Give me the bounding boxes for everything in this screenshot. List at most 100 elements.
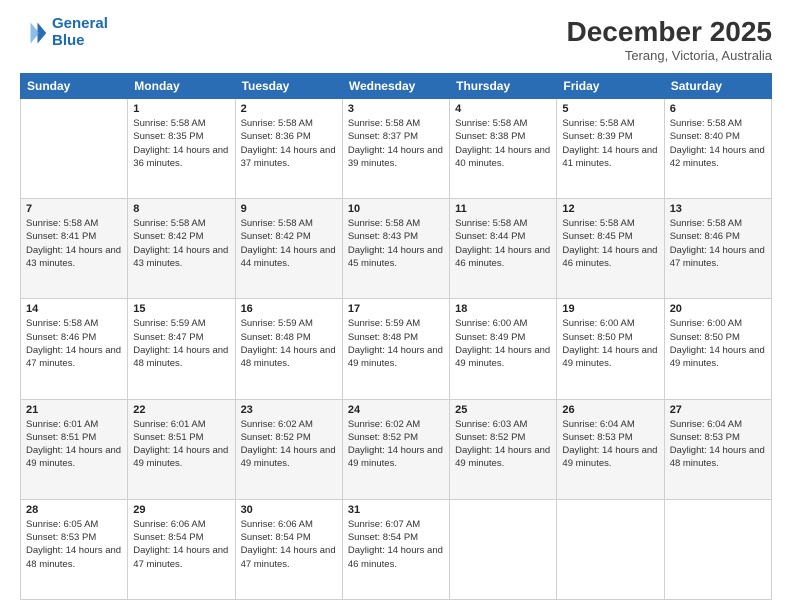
day-detail: Sunrise: 6:03 AM Sunset: 8:52 PM Dayligh… [455,418,551,471]
day-detail: Sunrise: 6:06 AM Sunset: 8:54 PM Dayligh… [241,518,337,571]
table-row: 17 Sunrise: 5:59 AM Sunset: 8:48 PM Dayli… [342,299,449,399]
day-detail: Sunrise: 6:00 AM Sunset: 8:50 PM Dayligh… [562,317,658,370]
day-number: 22 [133,404,229,416]
header: General Blue December 2025 Terang, Victo… [20,16,772,63]
day-detail: Sunrise: 6:02 AM Sunset: 8:52 PM Dayligh… [348,418,444,471]
day-detail: Sunrise: 5:58 AM Sunset: 8:39 PM Dayligh… [562,117,658,170]
day-detail: Sunrise: 6:00 AM Sunset: 8:49 PM Dayligh… [455,317,551,370]
day-detail: Sunrise: 5:58 AM Sunset: 8:44 PM Dayligh… [455,217,551,270]
day-detail: Sunrise: 5:58 AM Sunset: 8:40 PM Dayligh… [670,117,766,170]
day-detail: Sunrise: 6:02 AM Sunset: 8:52 PM Dayligh… [241,418,337,471]
day-number: 18 [455,303,551,315]
col-friday: Friday [557,74,664,99]
table-row: 28Sunrise: 6:05 AM Sunset: 8:53 PM Dayli… [21,499,128,599]
header-row: Sunday Monday Tuesday Wednesday Thursday… [21,74,772,99]
month-title: December 2025 [567,16,772,48]
day-detail: Sunrise: 6:00 AM Sunset: 8:50 PM Dayligh… [670,317,766,370]
table-row: 4 Sunrise: 5:58 AM Sunset: 8:38 PM Daylig… [450,99,557,199]
table-row: 29 Sunrise: 6:06 AM Sunset: 8:54 PM Dayli… [128,499,235,599]
day-detail: Sunrise: 6:04 AM Sunset: 8:53 PM Dayligh… [670,418,766,471]
table-row [21,99,128,199]
day-number: 17 [348,303,444,315]
col-monday: Monday [128,74,235,99]
table-row: 31 Sunrise: 6:07 AM Sunset: 8:54 PM Dayli… [342,499,449,599]
day-number: 1 [133,103,229,115]
calendar-table: Sunday Monday Tuesday Wednesday Thursday… [20,73,772,600]
table-row: 19 Sunrise: 6:00 AM Sunset: 8:50 PM Dayli… [557,299,664,399]
day-detail: Sunrise: 5:59 AM Sunset: 8:48 PM Dayligh… [348,317,444,370]
logo-line2: Blue [52,32,85,49]
col-wednesday: Wednesday [342,74,449,99]
table-row [664,499,771,599]
day-detail: Sunrise: 5:58 AM Sunset: 8:41 PM Dayligh… [26,217,122,270]
day-number: 6 [670,103,766,115]
title-block: December 2025 Terang, Victoria, Australi… [567,16,772,63]
table-row: 6 Sunrise: 5:58 AM Sunset: 8:40 PM Daylig… [664,99,771,199]
table-row: 3Sunrise: 5:58 AM Sunset: 8:37 PM Daylig… [342,99,449,199]
day-number: 31 [348,504,444,516]
day-number: 3 [348,103,444,115]
day-number: 25 [455,404,551,416]
table-row: 22 Sunrise: 6:01 AM Sunset: 8:51 PM Dayli… [128,399,235,499]
calendar-week-row: 1 Sunrise: 5:58 AM Sunset: 8:35 PM Daylig… [21,99,772,199]
table-row: 12 Sunrise: 5:58 AM Sunset: 8:45 PM Dayli… [557,199,664,299]
day-number: 21 [26,404,122,416]
calendar-header: Sunday Monday Tuesday Wednesday Thursday… [21,74,772,99]
day-number: 30 [241,504,337,516]
table-row: 11 Sunrise: 5:58 AM Sunset: 8:44 PM Dayli… [450,199,557,299]
logo-text: General Blue [52,16,108,49]
day-detail: Sunrise: 5:58 AM Sunset: 8:42 PM Dayligh… [241,217,337,270]
table-row: 2 Sunrise: 5:58 AM Sunset: 8:36 PM Daylig… [235,99,342,199]
table-row: 24Sunrise: 6:02 AM Sunset: 8:52 PM Dayli… [342,399,449,499]
col-sunday: Sunday [21,74,128,99]
day-number: 19 [562,303,658,315]
table-row: 9 Sunrise: 5:58 AM Sunset: 8:42 PM Daylig… [235,199,342,299]
col-saturday: Saturday [664,74,771,99]
logo-icon [20,19,48,47]
day-number: 8 [133,203,229,215]
day-detail: Sunrise: 6:01 AM Sunset: 8:51 PM Dayligh… [133,418,229,471]
logo-line1: General [52,15,108,32]
table-row: 27 Sunrise: 6:04 AM Sunset: 8:53 PM Dayli… [664,399,771,499]
day-number: 16 [241,303,337,315]
calendar-week-row: 14Sunrise: 5:58 AM Sunset: 8:46 PM Dayli… [21,299,772,399]
table-row: 7 Sunrise: 5:58 AM Sunset: 8:41 PM Daylig… [21,199,128,299]
day-number: 2 [241,103,337,115]
calendar-week-row: 7 Sunrise: 5:58 AM Sunset: 8:41 PM Daylig… [21,199,772,299]
day-number: 29 [133,504,229,516]
calendar-body: 1 Sunrise: 5:58 AM Sunset: 8:35 PM Daylig… [21,99,772,600]
day-detail: Sunrise: 6:07 AM Sunset: 8:54 PM Dayligh… [348,518,444,571]
day-detail: Sunrise: 5:58 AM Sunset: 8:45 PM Dayligh… [562,217,658,270]
day-number: 9 [241,203,337,215]
table-row: 16Sunrise: 5:59 AM Sunset: 8:48 PM Dayli… [235,299,342,399]
day-detail: Sunrise: 5:58 AM Sunset: 8:43 PM Dayligh… [348,217,444,270]
table-row: 25 Sunrise: 6:03 AM Sunset: 8:52 PM Dayli… [450,399,557,499]
table-row: 1 Sunrise: 5:58 AM Sunset: 8:35 PM Daylig… [128,99,235,199]
table-row: 21 Sunrise: 6:01 AM Sunset: 8:51 PM Dayli… [21,399,128,499]
table-row [557,499,664,599]
table-row: 20Sunrise: 6:00 AM Sunset: 8:50 PM Dayli… [664,299,771,399]
day-detail: Sunrise: 5:58 AM Sunset: 8:35 PM Dayligh… [133,117,229,170]
day-number: 27 [670,404,766,416]
day-detail: Sunrise: 6:06 AM Sunset: 8:54 PM Dayligh… [133,518,229,571]
day-detail: Sunrise: 6:04 AM Sunset: 8:53 PM Dayligh… [562,418,658,471]
table-row: 14Sunrise: 5:58 AM Sunset: 8:46 PM Dayli… [21,299,128,399]
table-row: 18 Sunrise: 6:00 AM Sunset: 8:49 PM Dayli… [450,299,557,399]
col-tuesday: Tuesday [235,74,342,99]
day-number: 4 [455,103,551,115]
table-row: 15 Sunrise: 5:59 AM Sunset: 8:47 PM Dayli… [128,299,235,399]
day-detail: Sunrise: 5:59 AM Sunset: 8:47 PM Dayligh… [133,317,229,370]
day-number: 7 [26,203,122,215]
day-detail: Sunrise: 6:01 AM Sunset: 8:51 PM Dayligh… [26,418,122,471]
table-row: 8Sunrise: 5:58 AM Sunset: 8:42 PM Daylig… [128,199,235,299]
day-detail: Sunrise: 5:58 AM Sunset: 8:46 PM Dayligh… [26,317,122,370]
day-detail: Sunrise: 5:58 AM Sunset: 8:36 PM Dayligh… [241,117,337,170]
day-number: 11 [455,203,551,215]
day-number: 12 [562,203,658,215]
table-row: 5Sunrise: 5:58 AM Sunset: 8:39 PM Daylig… [557,99,664,199]
table-row: 23Sunrise: 6:02 AM Sunset: 8:52 PM Dayli… [235,399,342,499]
day-number: 26 [562,404,658,416]
day-number: 10 [348,203,444,215]
day-number: 15 [133,303,229,315]
day-detail: Sunrise: 5:58 AM Sunset: 8:38 PM Dayligh… [455,117,551,170]
